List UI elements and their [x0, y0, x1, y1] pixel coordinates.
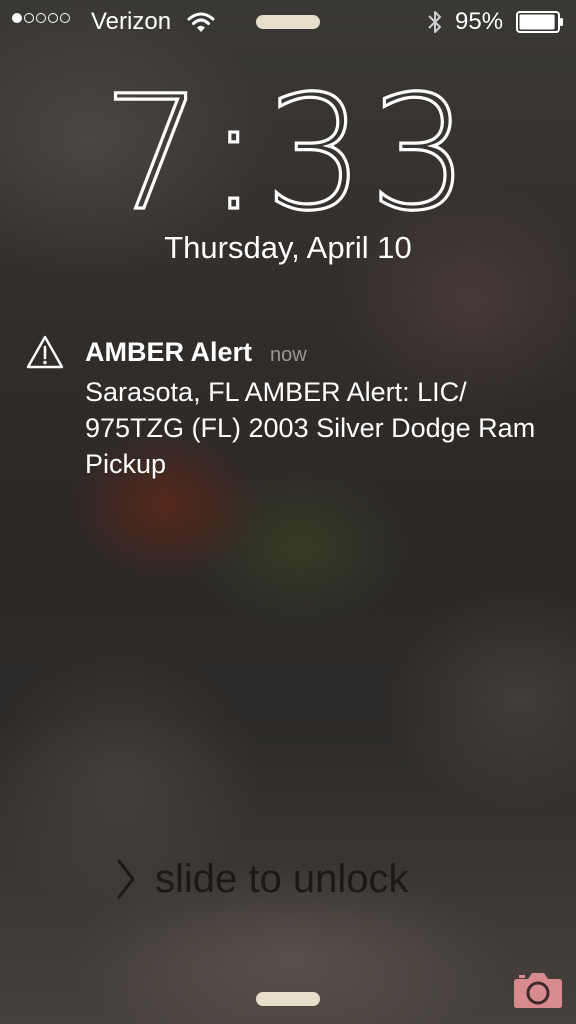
- camera-icon[interactable]: [513, 969, 563, 1009]
- top-grabber[interactable]: [256, 15, 320, 29]
- signal-dot: [36, 13, 46, 23]
- bluetooth-icon: [428, 11, 441, 33]
- notification-title: AMBER Alert: [85, 337, 253, 367]
- carrier-name: Verizon: [91, 8, 172, 35]
- lock-clock: 7:33: [0, 60, 576, 247]
- battery-fill: [519, 14, 555, 30]
- chevron-right-icon: [117, 859, 135, 899]
- time-text: 7:33: [103, 84, 474, 224]
- notification-body: Sarasota, FL AMBER Alert: LIC/ 975TZG (F…: [85, 377, 536, 479]
- battery-percent: 95%: [455, 8, 504, 35]
- lock-date: Thursday, April 10: [164, 230, 412, 265]
- battery-icon: [516, 11, 563, 33]
- warning-icon: [26, 335, 64, 369]
- signal-dot: [60, 13, 70, 23]
- slide-to-unlock[interactable]: slide to unlock: [155, 856, 408, 902]
- signal-dot: [24, 13, 34, 23]
- signal-dot: [12, 13, 22, 23]
- signal-strength-icon: [12, 13, 70, 23]
- clock-digits: 7:33: [101, 60, 474, 247]
- notification-time: now: [270, 344, 307, 366]
- wifi-icon: [187, 12, 215, 32]
- signal-dot: [48, 13, 58, 23]
- bottom-grabber[interactable]: [256, 992, 320, 1006]
